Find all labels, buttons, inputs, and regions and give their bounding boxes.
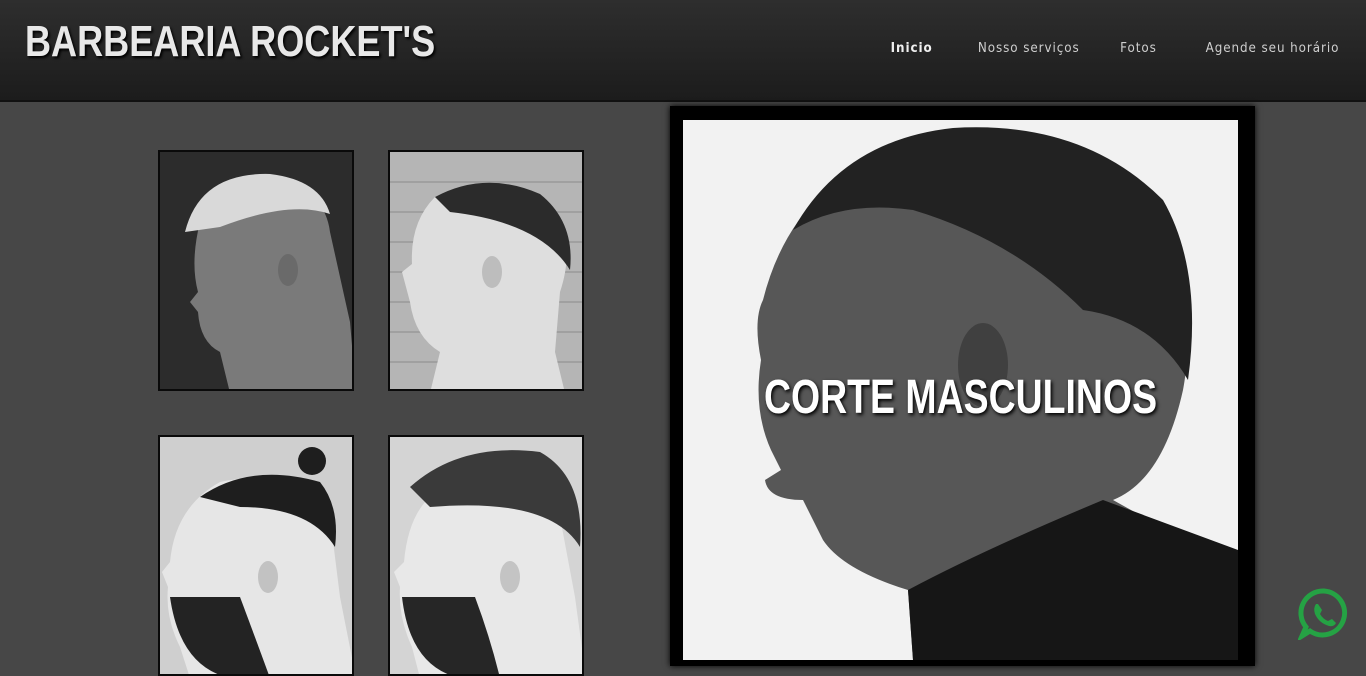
nav-item-servicos[interactable]: Nosso serviços [978, 41, 1080, 56]
gallery-thumb-2[interactable] [388, 150, 584, 391]
hero-title: CORTE MASCULINOS [763, 371, 1158, 424]
nav-item-inicio[interactable]: Inicio [890, 41, 932, 56]
whatsapp-button[interactable] [1296, 588, 1350, 643]
haircut-photo [160, 152, 352, 389]
site-logo[interactable]: BARBEARIA ROCKET'S [25, 14, 435, 70]
haircut-photo [390, 437, 582, 674]
haircut-photo [390, 152, 582, 389]
main-nav: Inicio Nosso serviços Fotos Agende seu h… [850, 41, 1339, 56]
haircut-photo [160, 437, 352, 674]
nav-item-fotos[interactable]: Fotos [1120, 41, 1157, 56]
gallery-thumb-3[interactable] [158, 435, 354, 676]
gallery-thumb-1[interactable] [158, 150, 354, 391]
gallery-thumb-4[interactable] [388, 435, 584, 676]
nav-item-agende[interactable]: Agende seu horário [1205, 41, 1339, 56]
whatsapp-icon [1296, 588, 1348, 643]
site-header: BARBEARIA ROCKET'S Inicio Nosso serviços… [0, 0, 1366, 102]
